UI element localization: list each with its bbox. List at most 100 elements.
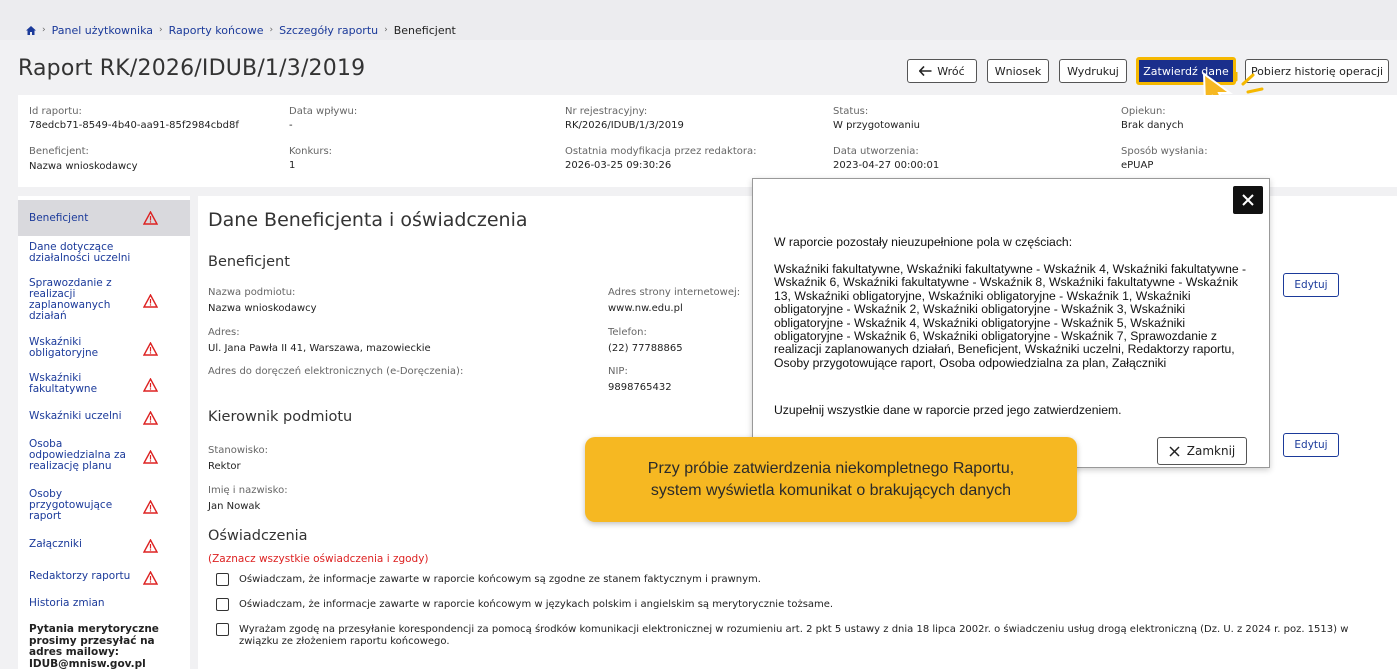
- field-value: Jan Nowak: [208, 501, 261, 512]
- warning-icon: [143, 211, 158, 225]
- meta-guardian-label: Opiekun:: [1121, 106, 1166, 117]
- declarations-heading: Oświadczenia: [208, 528, 308, 544]
- sidebar-item-redaktorzy[interactable]: Redaktorzy raportu: [18, 571, 190, 585]
- sidebar-item-label: Osoba odpowiedzialna za realizację planu: [29, 438, 126, 472]
- warning-icon: [143, 500, 158, 514]
- print-button[interactable]: Wydrukuj: [1059, 59, 1127, 83]
- callout-line: Przy próbie zatwierdzenia niekompletnego…: [647, 459, 1015, 477]
- modal-close-x-button[interactable]: [1233, 186, 1263, 214]
- meta-reg-value: RK/2026/IDUB/1/3/2019: [565, 120, 684, 131]
- declaration-text: Wyrażam zgodę na przesyłanie koresponden…: [239, 624, 1349, 647]
- declaration-text: Oświadczam, że informacje zawarte w rapo…: [239, 599, 834, 610]
- breadcrumb-link-panel[interactable]: Panel użytkownika: [52, 24, 153, 37]
- meta-id: Id raportu: 78edcb71-8549-4b40-aa91-85f2…: [29, 106, 239, 131]
- annotation-callout: Przy próbie zatwierdzenia niekompletnego…: [585, 437, 1077, 522]
- meta-created: Data utworzenia: 2023-04-27 00:00:01: [833, 146, 939, 171]
- meta-date-value: -: [289, 120, 293, 131]
- meta-id-value: 78edcb71-8549-4b40-aa91-85f2984cbd8f: [29, 120, 239, 131]
- sidebar-item-label: Beneficjent: [29, 211, 89, 224]
- meta-status: Status: W przygotowaniu: [833, 106, 920, 131]
- declaration-item: Oświadczam, że informacje zawarte w rapo…: [216, 573, 1376, 586]
- sidebar-item-label: Wskaźniki obligatoryjne: [29, 336, 99, 359]
- meta-beneficiary-label: Beneficjent:: [29, 146, 89, 157]
- breadcrumb-link-reports[interactable]: Raporty końcowe: [169, 24, 264, 37]
- sidebar-item-label: Historia zmian: [29, 597, 105, 609]
- wniosek-button[interactable]: Wniosek: [987, 59, 1049, 83]
- meta-send: Sposób wysłania: ePUAP: [1121, 146, 1208, 171]
- sidebar-item-zalaczniki[interactable]: Załączniki: [18, 539, 190, 553]
- sidebar-item-wskazniki-fakultatywne[interactable]: Wskaźniki fakultatywne: [18, 373, 190, 397]
- sidebar-item-osoba-odpowiedzialna[interactable]: Osoba odpowiedzialna za realizację planu: [18, 439, 190, 475]
- breadcrumb-separator: ›: [159, 25, 163, 35]
- meta-contest-label: Konkurs:: [289, 146, 333, 157]
- field-value: (22) 77788865: [608, 343, 683, 354]
- sidebar-item-dane-dzialalnosci[interactable]: Dane dotyczące działalności uczelni: [18, 242, 190, 266]
- warning-icon: [143, 342, 158, 356]
- warning-icon: [143, 294, 158, 308]
- close-icon: [1242, 194, 1254, 206]
- declaration-item: Wyrażam zgodę na przesyłanie koresponden…: [216, 623, 1376, 647]
- field-label: Nazwa podmiotu:: [208, 287, 296, 298]
- edit-head-button[interactable]: Edytuj: [1283, 433, 1339, 457]
- warning-icon: [143, 571, 158, 585]
- section-title: Dane Beneficjenta i oświadczenia: [208, 209, 528, 231]
- meta-created-label: Data utworzenia:: [833, 146, 919, 157]
- breadcrumb-link-details[interactable]: Szczegóły raportu: [279, 24, 378, 37]
- field-label: NIP:: [608, 366, 628, 377]
- declaration-item: Oświadczam, że informacje zawarte w rapo…: [216, 598, 1376, 611]
- field-value: Ul. Jana Pawła II 41, Warszawa, mazowiec…: [208, 343, 431, 354]
- sidebar-item-label: Wskaźniki fakultatywne: [29, 372, 98, 395]
- breadcrumb: › Panel użytkownika › Raporty końcowe › …: [0, 0, 1397, 40]
- sidebar-item-beneficjent[interactable]: Beneficjent: [18, 200, 190, 236]
- meta-date-label: Data wpływu:: [289, 106, 358, 117]
- declaration-checkbox[interactable]: [216, 623, 229, 636]
- back-button[interactable]: Wróć: [907, 59, 977, 83]
- field-entity-name: Nazwa podmiotu: Nazwa wnioskodawcy: [208, 287, 317, 314]
- meta-lastmod-value: 2026-03-25 09:30:26: [565, 160, 672, 171]
- home-icon[interactable]: [26, 25, 36, 35]
- declaration-text: Oświadczam, że informacje zawarte w rapo…: [239, 574, 761, 585]
- breadcrumb-separator: ›: [42, 25, 46, 35]
- breadcrumb-separator: ›: [269, 25, 274, 35]
- declaration-checkbox[interactable]: [216, 598, 229, 611]
- field-phone: Telefon: (22) 77788865: [608, 327, 683, 354]
- meta-send-value: ePUAP: [1121, 160, 1154, 171]
- breadcrumb-separator: ›: [384, 25, 388, 35]
- sidebar-item-wskazniki-obligatoryjne[interactable]: Wskaźniki obligatoryjne: [18, 337, 190, 361]
- sidebar-item-label: Załączniki: [29, 538, 82, 550]
- modal-close-button[interactable]: Zamknij: [1157, 437, 1247, 465]
- report-meta-panel: Id raportu: 78edcb71-8549-4b40-aa91-85f2…: [18, 95, 1397, 187]
- breadcrumb-current: Beneficjent: [393, 23, 456, 37]
- field-label: Adres:: [208, 327, 240, 338]
- meta-reg: Nr rejestracyjny: RK/2026/IDUB/1/3/2019: [565, 106, 684, 131]
- warning-icon: [143, 378, 158, 392]
- meta-lastmod: Ostatnia modyfikacja przez redaktora: 20…: [565, 146, 756, 171]
- declaration-checkbox[interactable]: [216, 573, 229, 586]
- meta-lastmod-label: Ostatnia modyfikacja przez redaktora:: [565, 146, 757, 157]
- modal-intro: W raporcie pozostały nieuzupełnione pola…: [774, 235, 1073, 249]
- field-label: Stanowisko:: [208, 445, 268, 456]
- meta-reg-label: Nr rejestracyjny:: [565, 106, 648, 117]
- meta-status-label: Status:: [833, 106, 869, 117]
- close-icon: [1169, 445, 1180, 457]
- field-edelivery: Adres do doręczeń elektronicznych (e-Dor…: [208, 366, 463, 382]
- modal-outro: Uzupełnij wszystkie dane w raporcie prze…: [774, 403, 1122, 417]
- meta-guardian-value: Brak danych: [1121, 120, 1184, 131]
- field-value: Rektor: [208, 461, 241, 472]
- field-nip: NIP: 9898765432: [608, 366, 672, 393]
- field-label: Adres strony internetowej:: [608, 287, 741, 298]
- meta-status-value: W przygotowaniu: [833, 120, 920, 131]
- meta-contest: Konkurs: 1: [289, 146, 332, 171]
- sidebar-item-historia-zmian[interactable]: Historia zmian: [18, 598, 190, 612]
- meta-guardian: Opiekun: Brak danych: [1121, 106, 1184, 131]
- missing-data-modal: W raporcie pozostały nieuzupełnione pola…: [752, 178, 1270, 468]
- sidebar-item-wskazniki-uczelni[interactable]: Wskaźniki uczelni: [18, 411, 190, 425]
- sidebar-item-sprawozdanie[interactable]: Sprawozdanie z realizacji zaplanowanych …: [18, 278, 190, 324]
- edit-beneficiary-button[interactable]: Edytuj: [1283, 273, 1339, 297]
- meta-send-label: Sposób wysłania:: [1121, 146, 1208, 157]
- sidebar-item-osoby-przygotowujace[interactable]: Osoby przygotowujące raport: [18, 489, 190, 525]
- field-website: Adres strony internetowej: www.nw.edu.pl: [608, 287, 740, 314]
- modal-close-label: Zamknij: [1186, 444, 1236, 458]
- warning-icon: [143, 450, 158, 464]
- declarations-note: (Zaznacz wszystkie oświadczenia i zgody): [208, 553, 429, 565]
